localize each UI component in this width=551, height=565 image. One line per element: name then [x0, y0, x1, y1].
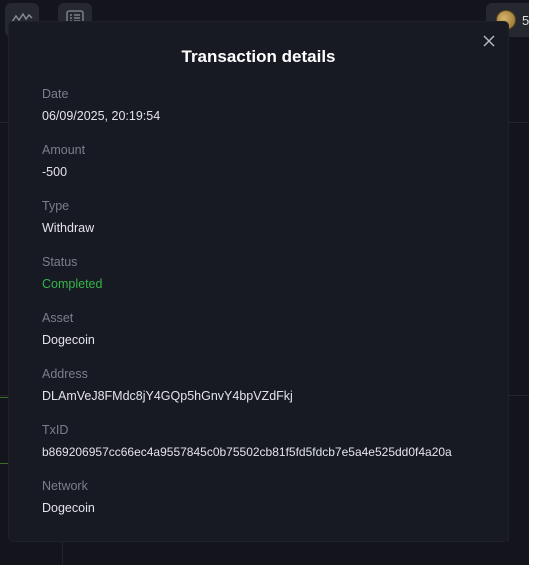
background-chart-line [0, 397, 9, 398]
app-background: 5 Transaction details Date 06/09/2025, 2… [0, 0, 529, 565]
field-address: Address DLAmVeJ8FMdc8jY4GQp5hGnvY4bpVZdF… [42, 367, 293, 404]
txid-value: b869206957cc66ec4a9557845c0b75502cb81f5f… [42, 445, 452, 459]
field-type: Type Withdraw [42, 199, 94, 236]
field-label: Status [42, 255, 78, 269]
field-asset: Asset Dogecoin [42, 311, 95, 348]
field-txid: TxID b869206957cc66ec4a9557845c0b75502cb… [42, 423, 452, 460]
field-label: Network [42, 479, 88, 493]
field-value: Withdraw [42, 221, 95, 235]
field-value: Dogecoin [42, 501, 95, 515]
field-value: -500 [42, 165, 68, 179]
field-label: Type [42, 199, 70, 213]
field-value: Dogecoin [42, 333, 95, 347]
field-label: Date [42, 87, 69, 101]
background-divider [62, 541, 63, 565]
field-date: Date 06/09/2025, 20:19:54 [42, 87, 160, 124]
field-label: Asset [42, 311, 74, 325]
field-value: 06/09/2025, 20:19:54 [42, 109, 161, 123]
balance-value: 5 [522, 12, 529, 28]
status-value: Completed [42, 277, 103, 291]
background-divider [508, 60, 509, 541]
field-status: Status Completed [42, 255, 102, 292]
page-margin [529, 0, 551, 565]
transaction-details-modal: Transaction details Date 06/09/2025, 20:… [9, 22, 508, 541]
modal-title: Transaction details [181, 47, 336, 66]
field-network: Network Dogecoin [42, 479, 95, 516]
close-icon [482, 34, 496, 53]
address-value: DLAmVeJ8FMdc8jY4GQp5hGnvY4bpVZdFkj [42, 389, 293, 403]
field-label: Address [42, 367, 88, 381]
close-button[interactable] [478, 32, 500, 54]
field-label: TxID [42, 423, 69, 437]
field-amount: Amount -500 [42, 143, 85, 180]
field-label: Amount [42, 143, 86, 157]
background-chart-line [0, 463, 9, 464]
